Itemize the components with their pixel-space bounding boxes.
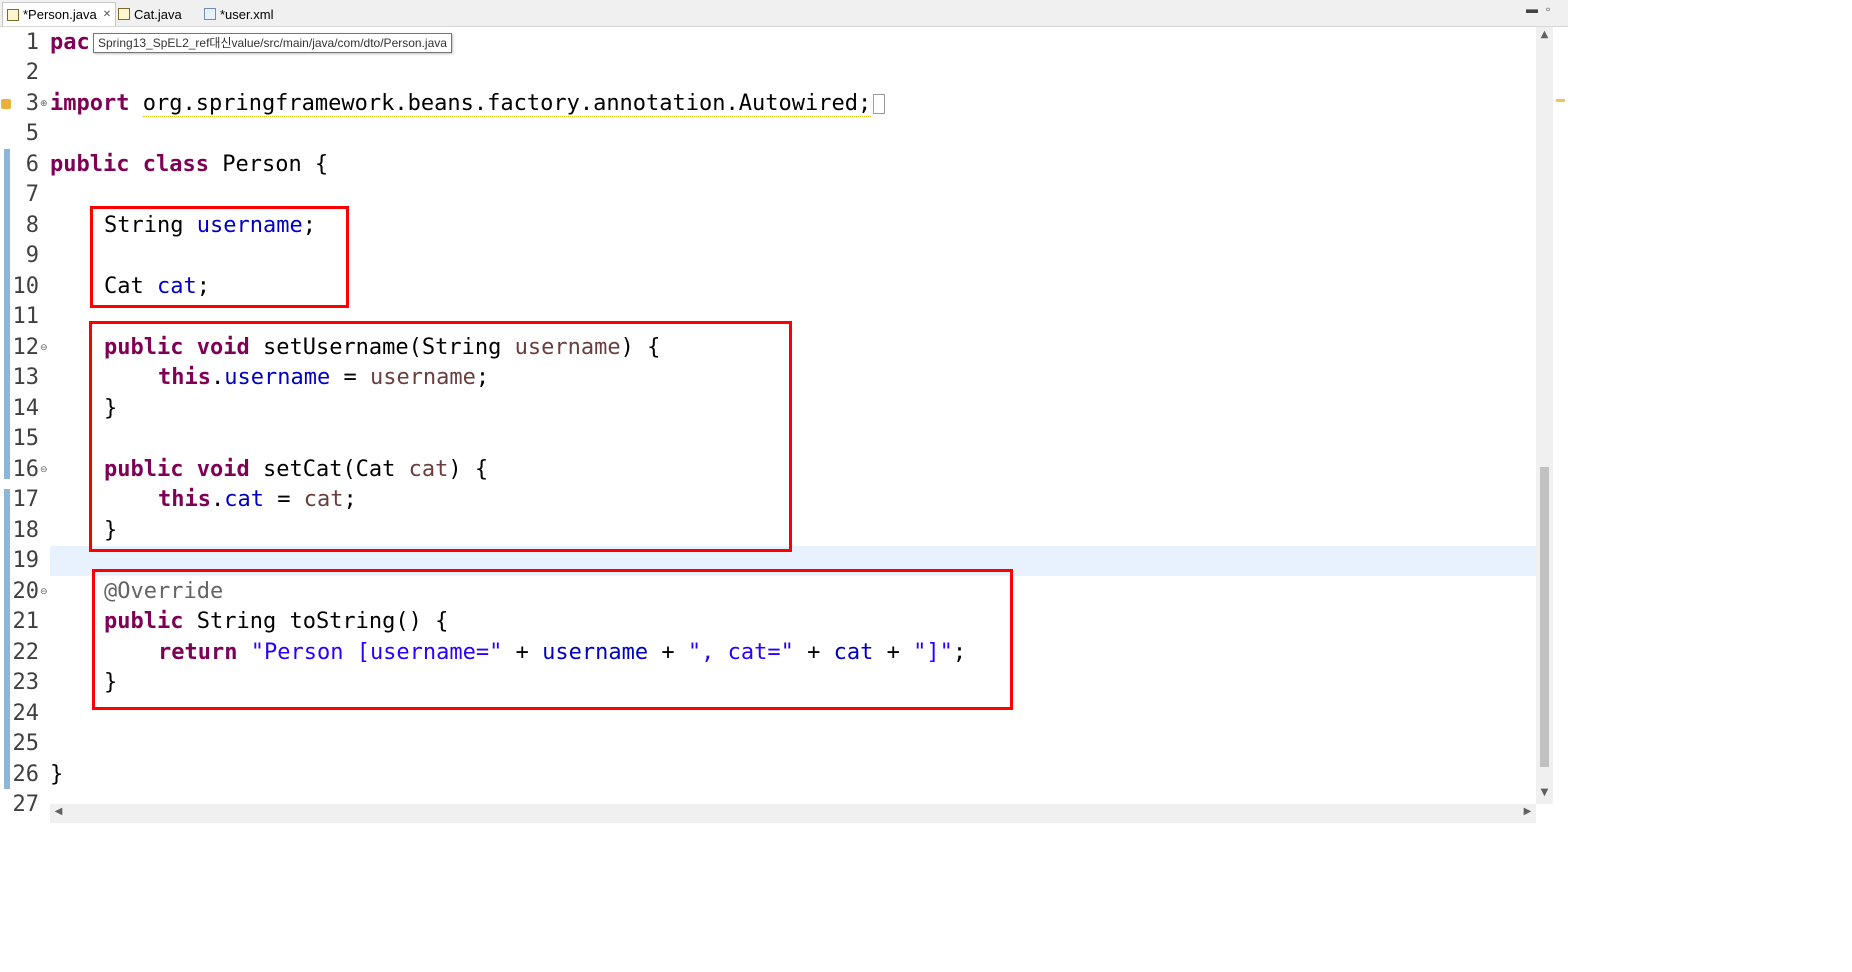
line-number: 5 <box>25 121 39 146</box>
line-number: 21 <box>12 609 40 634</box>
quick-diff-bar <box>4 489 10 789</box>
line-number: 9 <box>25 243 39 268</box>
line-number: 11 <box>12 304 40 329</box>
tab-label: *Person.java <box>23 7 97 22</box>
line-number: 22 <box>12 640 40 665</box>
scroll-right-icon[interactable]: ▶ <box>1519 806 1536 817</box>
line-number: 27 <box>12 792 40 817</box>
horizontal-scrollbar[interactable]: ◀ ▶ <box>50 804 1536 823</box>
line-number-ruler: 1 2 3 ⊕ 5 6 7 8 9 10 11 12 ⊖ 13 14 15 16… <box>12 27 50 817</box>
collapse-fold-icon[interactable]: ⊖ <box>40 455 48 485</box>
code-line-6: public class Person { <box>50 150 328 180</box>
overview-ruler[interactable] <box>1553 27 1568 804</box>
collapse-fold-icon[interactable]: ⊖ <box>40 577 48 607</box>
close-icon[interactable]: ✕ <box>103 9 111 20</box>
warning-overview-mark[interactable] <box>1556 99 1565 102</box>
line-number: 12 <box>12 335 40 360</box>
code-line-3: import org.springframework.beans.factory… <box>50 89 886 119</box>
keyword: pac <box>50 30 90 55</box>
line-number: 16 <box>12 457 40 482</box>
tab-user-xml[interactable]: *user.xml <box>200 2 277 26</box>
class-declaration: Person { <box>222 152 329 177</box>
tab-label: Cat.java <box>134 6 182 22</box>
keyword: class <box>142 152 209 177</box>
collapse-fold-icon[interactable]: ⊖ <box>40 333 48 363</box>
line-number: 24 <box>12 701 40 726</box>
line-number: 20 <box>12 579 40 604</box>
java-file-icon <box>118 8 130 20</box>
scroll-down-icon[interactable]: ▼ <box>1536 787 1553 798</box>
line-number: 23 <box>12 670 40 695</box>
line-number: 13 <box>12 365 40 390</box>
warning-icon[interactable] <box>1 99 11 109</box>
xml-file-icon <box>204 8 216 20</box>
line-number: 1 <box>25 30 39 55</box>
folded-code-box[interactable] <box>873 94 886 114</box>
minimize-button[interactable]: ▬ <box>1526 2 1538 20</box>
line-number: 25 <box>12 731 40 756</box>
import-statement: org.springframework.beans.factory.annota… <box>142 91 872 117</box>
line-number: 15 <box>12 426 40 451</box>
quick-diff-bar <box>4 149 10 479</box>
code-line-26: } <box>50 762 64 787</box>
line-number: 6 <box>25 152 39 177</box>
line-number: 18 <box>12 518 40 543</box>
maximize-button[interactable]: ▫ <box>1546 2 1550 20</box>
editor-tab-bar: *Person.java ✕ Cat.java *user.xml ▬ ▫ <box>0 0 1568 27</box>
line-number: 7 <box>25 182 39 207</box>
vertical-scrollbar[interactable]: ▲ ▼ <box>1536 27 1553 804</box>
highlight-box-fields <box>90 206 349 308</box>
quick-diff-ruler <box>0 27 12 804</box>
line-number: 14 <box>12 396 40 421</box>
line-number: 19 <box>12 548 40 573</box>
line-number: 17 <box>12 487 40 512</box>
highlight-box-tostring <box>92 569 1013 710</box>
scroll-left-icon[interactable]: ◀ <box>50 806 67 817</box>
file-path-tooltip: Spring13_SpEL2_ref대신value/src/main/java/… <box>93 33 452 53</box>
keyword: public <box>50 152 130 177</box>
scroll-up-icon[interactable]: ▲ <box>1536 29 1553 40</box>
expand-fold-icon[interactable]: ⊕ <box>40 89 48 119</box>
java-file-icon <box>7 8 19 21</box>
tab-person-java[interactable]: *Person.java ✕ <box>2 2 117 26</box>
keyword: import <box>50 91 130 116</box>
line-number: 8 <box>25 213 39 238</box>
scrollbar-thumb[interactable] <box>1540 467 1549 767</box>
line-number: 2 <box>25 60 39 85</box>
code-line-1: pac <box>50 28 90 58</box>
line-number: 26 <box>12 762 40 787</box>
line-number: 10 <box>12 274 40 299</box>
line-number: 3 <box>25 91 39 116</box>
highlight-box-setters <box>89 321 792 552</box>
tab-label: *user.xml <box>220 6 274 22</box>
tab-cat-java[interactable]: Cat.java <box>114 2 186 26</box>
